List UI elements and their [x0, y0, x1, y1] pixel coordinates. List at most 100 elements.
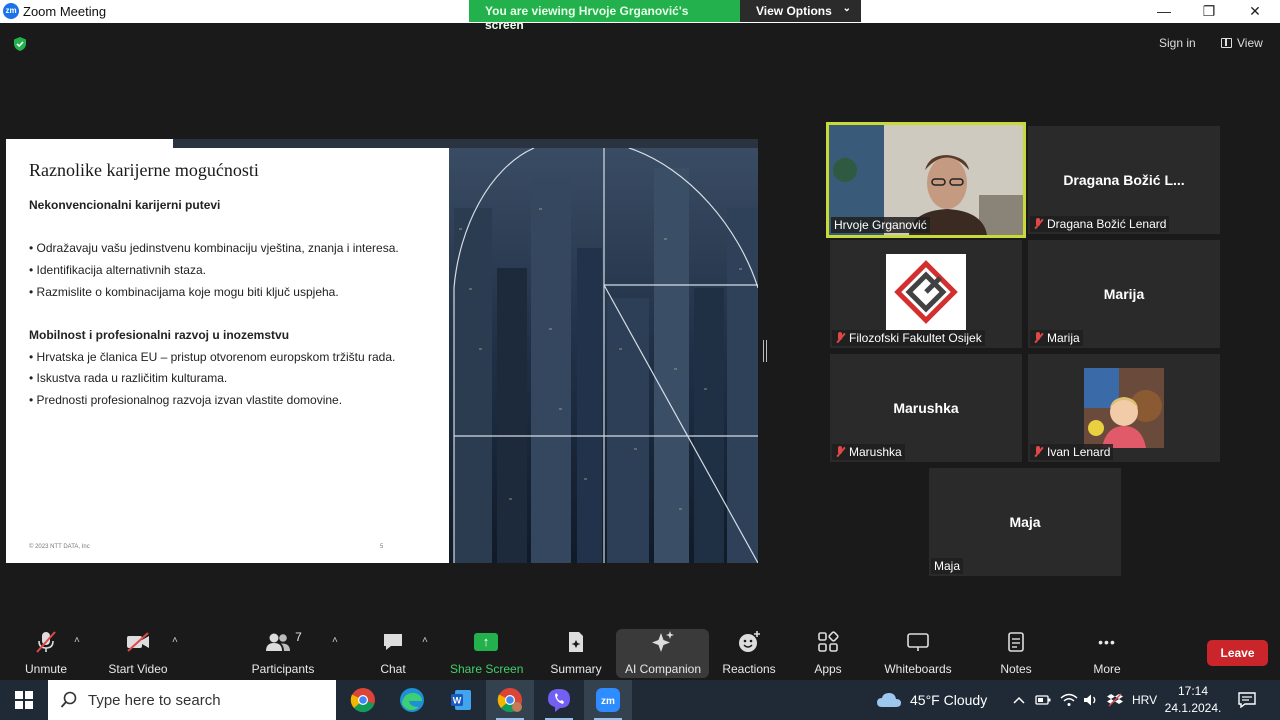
- search-icon: [60, 691, 77, 708]
- whiteboards-button[interactable]: Whiteboards: [880, 629, 956, 679]
- chat-button[interactable]: Chat: [372, 629, 414, 679]
- unmute-button[interactable]: Unmute: [20, 629, 72, 679]
- leave-button[interactable]: Leave: [1207, 640, 1268, 666]
- battery-icon[interactable]: [1035, 680, 1051, 720]
- mic-muted-icon: [36, 631, 56, 653]
- ffos-logo: [886, 254, 966, 330]
- wifi-icon[interactable]: [1060, 680, 1078, 720]
- window-title: Zoom Meeting: [23, 4, 107, 19]
- notes-button[interactable]: Notes: [996, 629, 1036, 679]
- mic-muted-icon: [835, 332, 845, 344]
- view-button[interactable]: View: [1221, 36, 1263, 50]
- participant-name: Ivan Lenard: [1047, 445, 1111, 459]
- chrome-profile-icon[interactable]: [486, 680, 534, 720]
- panel-resize-handle[interactable]: [763, 340, 767, 362]
- whiteboard-icon: [907, 633, 929, 651]
- video-tile-marija[interactable]: Marija Marija: [1028, 240, 1220, 348]
- video-tile-ivan[interactable]: Ivan Lenard: [1028, 354, 1220, 462]
- video-tile-filozofski[interactable]: Filozofski Fakultet Osijek: [830, 240, 1022, 348]
- mic-muted-icon: [835, 446, 845, 458]
- participants-options-caret[interactable]: ˄: [332, 635, 338, 646]
- notes-icon: [1008, 632, 1024, 652]
- volume-icon[interactable]: [1083, 680, 1099, 720]
- edge-icon[interactable]: [388, 680, 436, 720]
- viber-icon[interactable]: [535, 680, 583, 720]
- sign-in-button[interactable]: Sign in: [1159, 36, 1196, 50]
- zoom-app-icon: zm: [3, 3, 19, 19]
- summary-button[interactable]: Summary: [548, 629, 604, 679]
- participant-center-name: Dragana Božić L...: [1063, 172, 1185, 188]
- participant-name-label: Dragana Božić Lenard: [1030, 216, 1170, 232]
- share-screen-label: Share Screen: [450, 662, 524, 676]
- participants-label: Participants: [251, 662, 315, 676]
- apps-label: Apps: [814, 662, 842, 676]
- slide-top-strip: [173, 139, 758, 148]
- share-screen-icon: ↑: [474, 633, 498, 651]
- zoom-icon[interactable]: zm: [584, 680, 632, 720]
- apps-button[interactable]: Apps: [808, 629, 848, 679]
- participant-name: Maja: [934, 559, 961, 573]
- city-skyline-image: [449, 148, 758, 563]
- shared-screen: Raznolike karijerne mogućnosti Nekonvenc…: [6, 139, 758, 563]
- chat-label: Chat: [380, 662, 406, 676]
- svg-text:W: W: [453, 696, 462, 706]
- view-options-button[interactable]: View Options ⌄: [740, 0, 861, 22]
- participants-count: 7: [295, 630, 302, 644]
- reactions-button[interactable]: Reactions: [720, 629, 778, 679]
- bullet-item: • Odražavaju vašu jedinstvenu kombinacij…: [29, 241, 399, 255]
- bullet-item: • Prednosti profesionalnog razvoja izvan…: [29, 393, 343, 407]
- windows-start-button[interactable]: [0, 680, 48, 720]
- participant-center-name: Marushka: [893, 400, 959, 416]
- notification-center-button[interactable]: [1238, 680, 1256, 720]
- participant-name: Dragana Božić Lenard: [1047, 217, 1167, 231]
- share-screen-button[interactable]: ↑ Share Screen: [450, 629, 524, 679]
- apps-icon: [818, 631, 839, 652]
- chrome-icon[interactable]: [339, 680, 387, 720]
- more-button[interactable]: ••• More: [1088, 629, 1126, 679]
- svg-text:zm: zm: [601, 696, 615, 707]
- video-tile-hrvoje[interactable]: Hrvoje Grganović: [826, 122, 1026, 238]
- audio-options-caret[interactable]: ˄: [74, 635, 80, 646]
- clock-time: 17:14: [1177, 684, 1209, 698]
- participant-name-label: Filozofski Fakultet Osijek: [832, 330, 985, 346]
- windows-taskbar: Type here to search W zm 45°F Cloudy HRV…: [0, 680, 1280, 720]
- summary-icon: [569, 632, 583, 652]
- participant-name: Marushka: [849, 445, 902, 459]
- input-language[interactable]: HRV: [1132, 680, 1157, 720]
- start-video-label: Start Video: [108, 662, 168, 676]
- mic-muted-icon: [1033, 446, 1043, 458]
- video-tile-marushka[interactable]: Marushka Marushka: [830, 354, 1022, 462]
- security-shield-icon[interactable]: [12, 36, 28, 52]
- word-icon[interactable]: W: [437, 680, 485, 720]
- ai-companion-button[interactable]: AI Companion: [620, 629, 706, 679]
- unmute-label: Unmute: [24, 662, 68, 676]
- video-options-caret[interactable]: ˄: [172, 635, 178, 646]
- weather-widget[interactable]: 45°F Cloudy: [876, 680, 987, 720]
- bullet-item: • Hrvatska je članica EU – pristup otvor…: [29, 350, 396, 364]
- dropbox-icon[interactable]: [1107, 680, 1123, 720]
- start-video-button[interactable]: Start Video: [106, 629, 170, 679]
- cloud-icon: [877, 693, 901, 707]
- video-off-icon: [127, 632, 149, 652]
- minimize-button[interactable]: —: [1141, 0, 1187, 23]
- tray-overflow-chevron[interactable]: [1012, 680, 1026, 720]
- view-label: View: [1237, 36, 1263, 50]
- screen-share-banner: You are viewing Hrvoje Grganović's scree…: [469, 0, 861, 32]
- summary-label: Summary: [550, 662, 602, 676]
- viewing-screen-text: You are viewing Hrvoje Grganović's scree…: [469, 0, 740, 32]
- video-tile-dragana[interactable]: Dragana Božić L... Dragana Božić Lenard: [1028, 126, 1220, 234]
- more-label: More: [1093, 662, 1121, 676]
- system-clock[interactable]: 17:14 24.1.2024.: [1162, 683, 1224, 717]
- participant-name: Marija: [1047, 331, 1080, 345]
- video-tile-maja[interactable]: Maja Maja: [929, 468, 1121, 576]
- participants-button[interactable]: 7 Participants: [250, 629, 316, 679]
- restore-button[interactable]: ❐: [1186, 0, 1232, 23]
- close-button[interactable]: ✕: [1232, 0, 1278, 23]
- more-icon: •••: [1098, 634, 1116, 650]
- participant-name-label: Ivan Lenard: [1030, 444, 1114, 460]
- taskbar-search[interactable]: Type here to search: [48, 680, 336, 720]
- chat-icon: [384, 634, 402, 650]
- slide-title: Raznolike karijerne mogućnosti: [29, 160, 259, 180]
- chat-options-caret[interactable]: ˄: [422, 635, 428, 646]
- participant-name-label: Hrvoje Grganović: [831, 217, 930, 233]
